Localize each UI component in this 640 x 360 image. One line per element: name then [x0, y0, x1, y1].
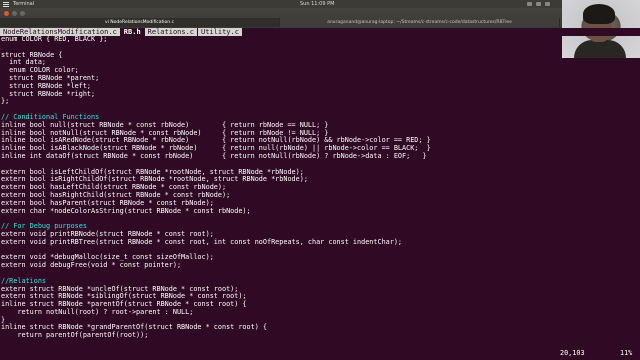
maximize-icon[interactable] [20, 11, 25, 16]
battery-icon[interactable] [545, 2, 550, 6]
code-line: struct RBNode *right; [1, 89, 96, 98]
scroll-percent: 11% [620, 349, 633, 357]
code-line: extern void printRBTree(struct RBNode * … [1, 237, 403, 246]
terminal-tab-vi[interactable]: vi NodeRelationsModification.c [0, 18, 280, 27]
buffer-tab[interactable]: Relations.c [144, 28, 198, 36]
code-line: int data; [1, 58, 47, 67]
buffer-tab[interactable]: Utility.c [198, 28, 242, 36]
code-line: return notNull(root) ? root->parent : NU… [1, 307, 194, 316]
code-line: struct RBNode *parent; [1, 73, 100, 82]
window-title-bar: vi NodeRelationsModification.c anuragana… [0, 8, 640, 28]
top-panel: Terminal Sun 11:09 PM [0, 0, 640, 8]
code-line: struct RBNode { [1, 50, 63, 59]
code-line: struct RBNode *left; [1, 81, 92, 90]
code-line: enum COLOR { RED, BLACK }; [1, 35, 108, 43]
code-line: return parentOf(parentOf(root)); [1, 331, 149, 340]
cursor-position: 20,103 [560, 349, 585, 357]
clock[interactable]: Sun 11:09 PM [300, 0, 334, 8]
terminal-tabs: vi NodeRelationsModification.c anuragana… [0, 18, 560, 27]
network-icon[interactable] [527, 2, 532, 6]
system-tray [527, 2, 550, 6]
window-controls [4, 11, 25, 16]
terminal-tab-shell[interactable]: anuraganand@anurag-laptop: ~/Streams/c-s… [280, 18, 560, 27]
close-icon[interactable] [4, 11, 9, 16]
code-line: inline int dataOf(struct RBNode * const … [1, 151, 427, 160]
volume-icon[interactable] [536, 2, 541, 6]
vim-status-line: 20,103 11% [0, 348, 640, 358]
code-line: extern void debugFree(void * const point… [1, 261, 182, 270]
minimize-icon[interactable] [12, 11, 17, 16]
app-name[interactable]: Terminal [13, 0, 34, 8]
code-line: }; [1, 97, 10, 106]
code-line: extern char *nodeColorAsString(struct RB… [1, 206, 251, 215]
vim-editor[interactable]: enum COLOR { RED, BLACK }; struct RBNode … [0, 35, 640, 348]
menu-icon[interactable] [3, 1, 9, 7]
buffer-tab[interactable]: RB.h [120, 28, 144, 36]
